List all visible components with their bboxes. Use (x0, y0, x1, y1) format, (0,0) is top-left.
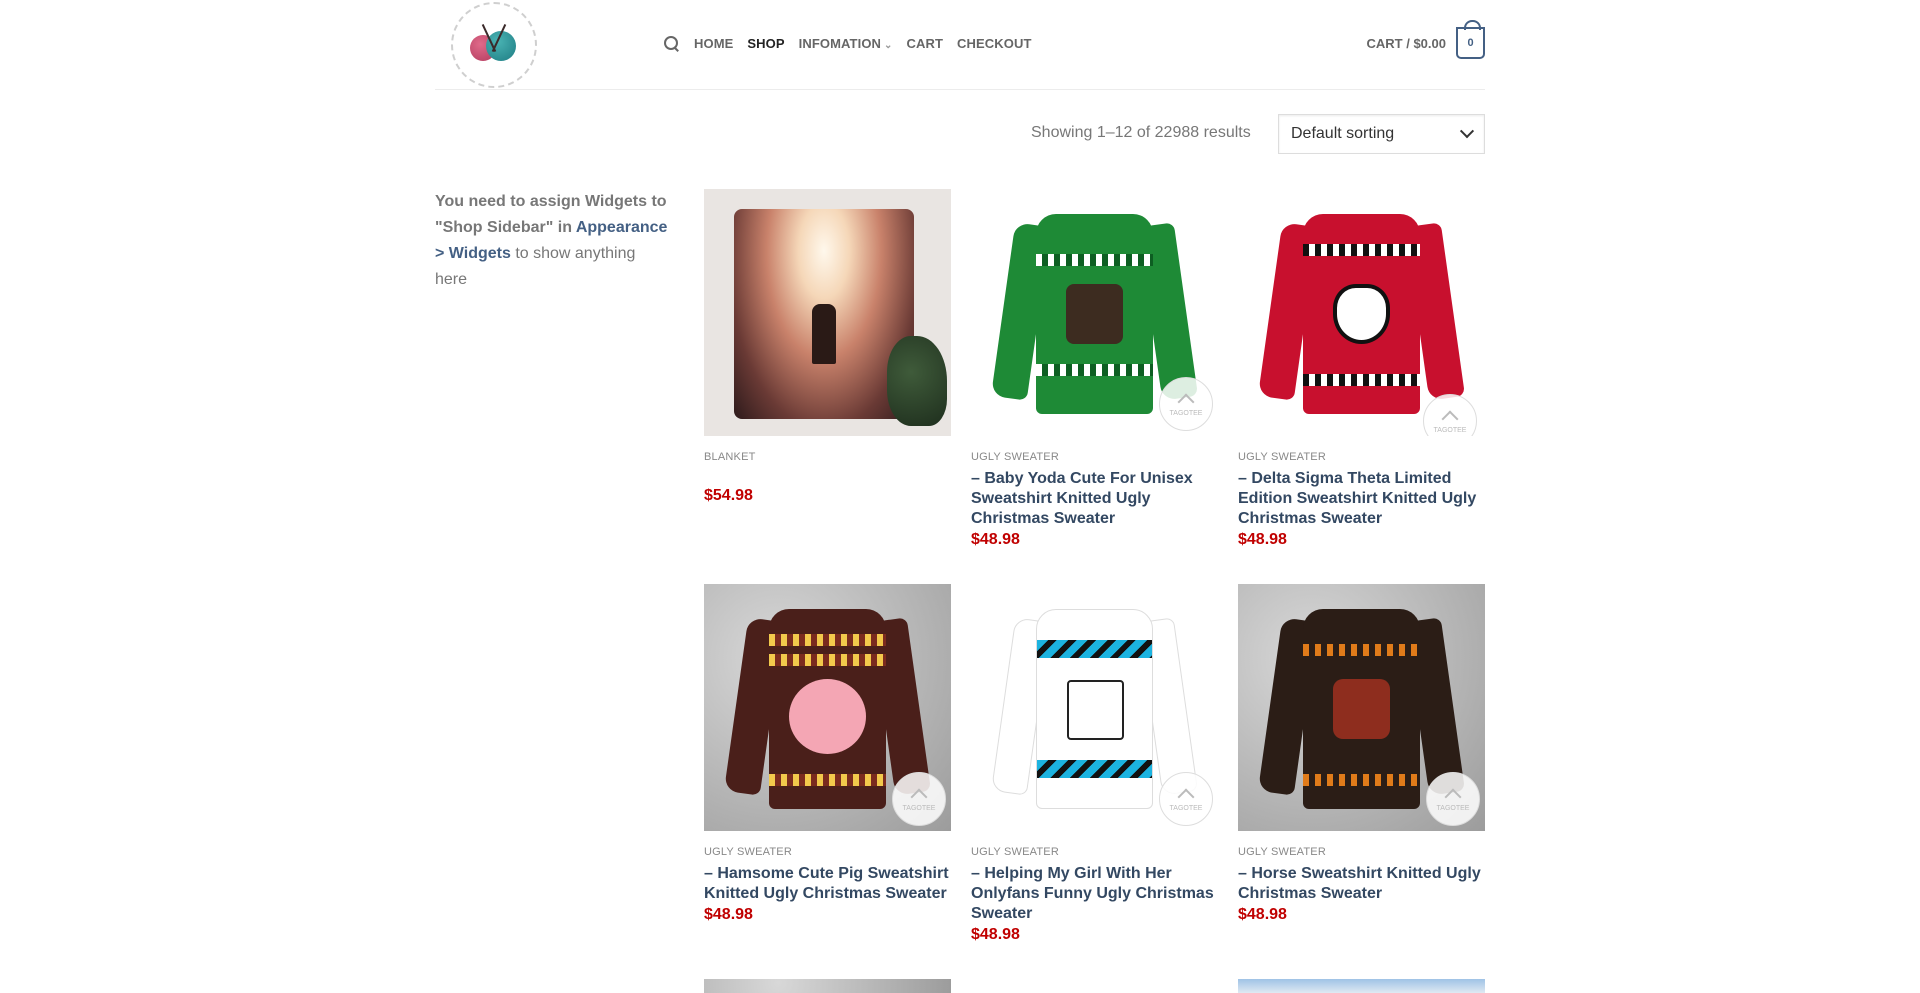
product-image-partial[interactable] (971, 979, 1218, 993)
main-nav: HOME SHOP INFOMATION ⌄ CART CHECKOUT (663, 35, 1045, 51)
product-image[interactable]: TAGOTEE (971, 189, 1218, 436)
product-image[interactable]: TAGOTEE (1238, 584, 1485, 831)
product-image-partial[interactable] (1238, 979, 1485, 993)
product-category: UGLY SWEATER (1238, 846, 1326, 858)
product-category: UGLY SWEATER (971, 846, 1059, 858)
chevron-down-icon (1459, 124, 1475, 139)
plant-image (887, 336, 947, 426)
sweater-image (723, 599, 932, 819)
product-card[interactable]: TAGOTEE UGLY SWEATER – Helping My Girl W… (971, 584, 1218, 944)
tagotee-watermark-icon: TAGOTEE (1426, 772, 1480, 826)
product-image[interactable]: TAGOTEE (971, 584, 1218, 831)
product-category: BLANKET (704, 451, 756, 463)
shop-sidebar: You need to assign Widgets to "Shop Side… (435, 189, 670, 293)
sweater-image (1257, 599, 1466, 819)
sweater-image (1257, 204, 1466, 424)
product-image[interactable]: TAGOTEE (1238, 189, 1485, 436)
product-card[interactable]: TAGOTEE UGLY SWEATER – Horse Sweatshirt … (1238, 584, 1485, 924)
product-price: $48.98 (704, 906, 753, 923)
product-title[interactable]: – Delta Sigma Theta Limited Edition Swea… (1238, 469, 1485, 529)
sort-select-value: Default sorting (1291, 125, 1395, 142)
nav-item-checkout[interactable]: CHECKOUT (957, 36, 1031, 51)
product-category: UGLY SWEATER (1238, 451, 1326, 463)
sort-select[interactable]: Default sorting (1278, 114, 1485, 154)
product-image-partial[interactable] (704, 979, 951, 993)
cart-total-link[interactable]: CART / $0.00 (1367, 36, 1446, 51)
tagotee-watermark-icon: TAGOTEE (892, 772, 946, 826)
product-image[interactable] (704, 189, 951, 436)
cart-bag-icon[interactable]: 0 (1456, 20, 1485, 59)
search-icon[interactable] (663, 35, 679, 51)
product-price: $54.98 (704, 487, 753, 504)
product-price: $48.98 (971, 926, 1020, 943)
product-card[interactable]: TAGOTEE UGLY SWEATER – Delta Sigma Theta… (1238, 189, 1485, 549)
header-cart: CART / $0.00 0 (1367, 20, 1485, 59)
sweater-image (990, 599, 1199, 819)
tagotee-watermark-icon: TAGOTEE (1159, 772, 1213, 826)
header-inner: HOME SHOP INFOMATION ⌄ CART CHECKOUT CART… (435, 0, 1485, 90)
product-card[interactable]: TAGOTEE UGLY SWEATER – Baby Yoda Cute Fo… (971, 189, 1218, 549)
product-price: $48.98 (1238, 906, 1287, 923)
product-category: UGLY SWEATER (971, 451, 1059, 463)
tagotee-watermark-icon: TAGOTEE (1423, 394, 1477, 436)
product-title[interactable]: – Baby Yoda Cute For Unisex Sweatshirt K… (971, 469, 1218, 529)
yarn-logo-icon (468, 23, 520, 65)
nav-item-infomation[interactable]: INFOMATION ⌄ (799, 36, 893, 51)
nav-item-home[interactable]: HOME (694, 36, 733, 51)
chevron-down-icon: ⌄ (884, 39, 893, 51)
product-title[interactable]: – Hamsome Cute Pig Sweatshirt Knitted Ug… (704, 864, 951, 904)
product-title[interactable]: – Helping My Girl With Her Onlyfans Funn… (971, 864, 1218, 924)
result-count: Showing 1–12 of 22988 results (1031, 124, 1251, 141)
product-price: $48.98 (1238, 531, 1287, 548)
product-card[interactable]: TAGOTEE UGLY SWEATER – Hamsome Cute Pig … (704, 584, 951, 924)
product-category: UGLY SWEATER (704, 846, 792, 858)
product-title[interactable]: – Horse Sweatshirt Knitted Ugly Christma… (1238, 864, 1485, 904)
product-card[interactable]: BLANKET $54.98 (704, 189, 951, 505)
nav-item-shop[interactable]: SHOP (747, 36, 784, 51)
sweater-image (990, 204, 1199, 424)
nav-item-infomation-label: INFOMATION (798, 35, 882, 51)
site-header: HOME SHOP INFOMATION ⌄ CART CHECKOUT CART… (0, 0, 1920, 91)
product-price: $48.98 (971, 531, 1020, 548)
site-logo[interactable] (451, 2, 537, 88)
nav-item-cart[interactable]: CART (907, 36, 944, 51)
tagotee-watermark-icon: TAGOTEE (1159, 377, 1213, 431)
product-image[interactable]: TAGOTEE (704, 584, 951, 831)
